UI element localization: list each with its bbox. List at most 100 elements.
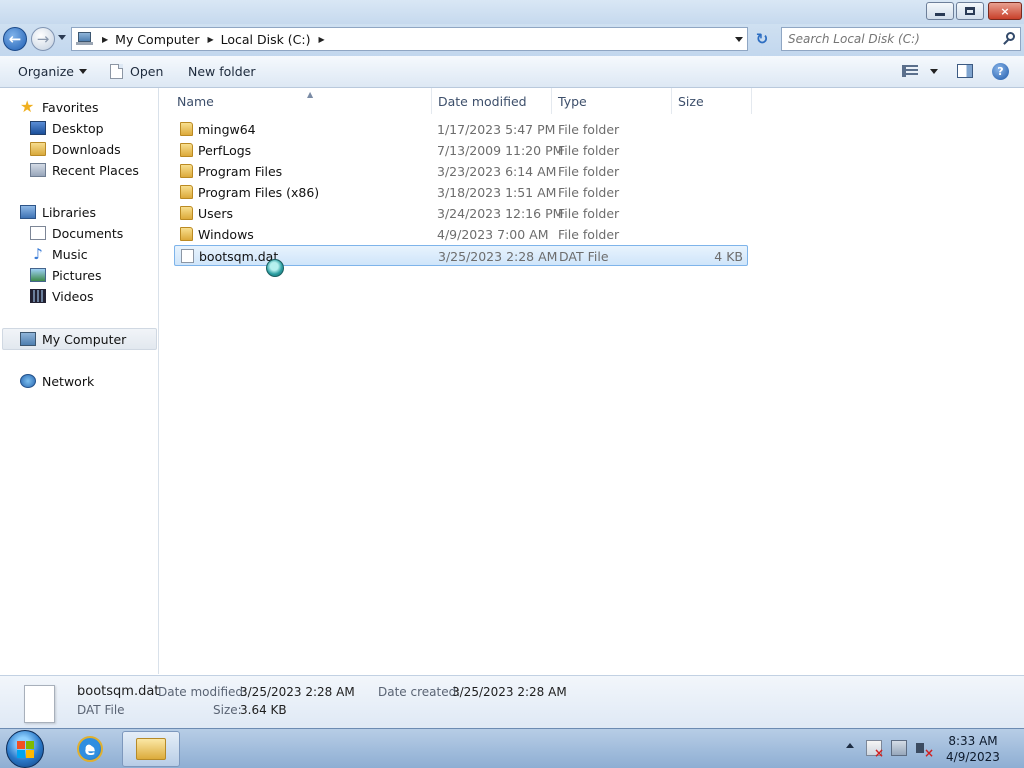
- column-header-size[interactable]: Size: [672, 88, 752, 114]
- file-name: Program Files (x86): [198, 185, 320, 200]
- file-row[interactable]: Program Files (x86) 3/18/2023 1:51 AM Fi…: [174, 182, 748, 202]
- details-date-created-label: Date created:: [378, 685, 461, 699]
- forward-button[interactable]: →: [31, 27, 55, 51]
- file-date-modified: 7/13/2009 11:20 PM: [437, 143, 564, 158]
- help-button[interactable]: ?: [992, 63, 1009, 80]
- close-button[interactable]: ×: [988, 2, 1022, 20]
- back-button[interactable]: ←: [3, 27, 27, 51]
- open-button[interactable]: Open: [110, 64, 163, 79]
- sidebar-item-label: Downloads: [52, 141, 121, 157]
- breadcrumb-separator-icon[interactable]: ▶: [207, 35, 213, 44]
- file-name: Program Files: [198, 164, 283, 179]
- downloads-folder-icon: [30, 142, 46, 156]
- busy-cursor-icon: [266, 259, 284, 277]
- sidebar-item-libraries[interactable]: Libraries: [20, 202, 96, 222]
- sidebar-item-recent-places[interactable]: Recent Places: [30, 160, 139, 180]
- file-size: 4 KB: [714, 249, 743, 264]
- breadcrumb-separator-icon[interactable]: ▶: [102, 35, 108, 44]
- clock[interactable]: 8:33 AM 4/9/2023: [940, 733, 1006, 765]
- breadcrumb-local-disk[interactable]: Local Disk (C:): [221, 32, 311, 47]
- sidebar-item-pictures[interactable]: Pictures: [30, 265, 102, 285]
- change-view-button[interactable]: [902, 65, 938, 77]
- network-status-icon[interactable]: [891, 740, 907, 756]
- command-bar: Organize Open New folder ?: [0, 56, 1024, 88]
- taskbar: e 8:33 AM 4/9/2023: [0, 728, 1024, 768]
- folder-icon: [180, 122, 193, 136]
- file-row[interactable]: Program Files 3/23/2023 6:14 AM File fol…: [174, 161, 748, 181]
- maximize-button[interactable]: [956, 2, 984, 20]
- sidebar-item-label: Recent Places: [52, 162, 139, 178]
- internet-explorer-taskbar-button[interactable]: e: [70, 733, 110, 765]
- file-row[interactable]: mingw64 1/17/2023 5:47 PM File folder: [174, 119, 748, 139]
- recent-places-icon: [30, 163, 46, 177]
- file-row[interactable]: Users 3/24/2023 12:16 PM File folder: [174, 203, 748, 223]
- sidebar-item-label: My Computer: [42, 331, 127, 347]
- file-type: File folder: [558, 164, 620, 179]
- file-name: mingw64: [198, 122, 256, 137]
- breadcrumb-my-computer[interactable]: My Computer: [115, 32, 199, 47]
- sort-ascending-icon: ▲: [307, 90, 314, 99]
- windows-explorer-taskbar-button[interactable]: [122, 731, 180, 767]
- new-folder-button[interactable]: New folder: [188, 64, 256, 79]
- file-date-modified: 3/24/2023 12:16 PM: [437, 206, 564, 221]
- minimize-icon: [935, 12, 945, 16]
- open-label: Open: [130, 64, 164, 79]
- sidebar-item-label: Pictures: [52, 267, 102, 283]
- file-date-modified: 1/17/2023 5:47 PM: [437, 122, 556, 137]
- search-box[interactable]: [781, 27, 1021, 51]
- file-row-selected[interactable]: bootsqm.dat 3/25/2023 2:28 AM DAT File 4…: [174, 245, 748, 266]
- sidebar-item-downloads[interactable]: Downloads: [30, 139, 121, 159]
- file-type: DAT File: [559, 249, 609, 264]
- start-button[interactable]: [6, 730, 44, 768]
- organize-button[interactable]: Organize: [18, 64, 87, 79]
- sidebar-item-network[interactable]: Network: [20, 371, 94, 391]
- file-icon: [110, 64, 123, 79]
- desktop-icon: [30, 121, 46, 135]
- search-input[interactable]: [788, 32, 998, 46]
- large-file-icon: [24, 685, 55, 723]
- column-header-label: Type: [558, 93, 587, 109]
- sidebar-item-desktop[interactable]: Desktop: [30, 118, 104, 138]
- breadcrumb-separator-icon[interactable]: ▶: [319, 35, 325, 44]
- column-header-type[interactable]: Type: [552, 88, 672, 114]
- show-hidden-icons-icon[interactable]: [846, 743, 854, 748]
- file-row[interactable]: Windows 4/9/2023 7:00 AM File folder: [174, 224, 748, 244]
- folder-icon: [180, 143, 193, 157]
- restore-icon: [965, 7, 975, 15]
- column-header-label: Size: [678, 93, 704, 109]
- chevron-down-icon: [930, 68, 938, 74]
- windows-logo-icon: [26, 750, 34, 758]
- file-row[interactable]: PerfLogs 7/13/2009 11:20 PM File folder: [174, 140, 748, 160]
- sidebar-item-music[interactable]: ♪ Music: [30, 244, 88, 264]
- minimize-button[interactable]: [926, 2, 954, 20]
- details-filetype: DAT File: [77, 703, 125, 717]
- sidebar-item-label: Videos: [52, 288, 94, 304]
- column-header-label: Date modified: [438, 93, 527, 109]
- sidebar-item-videos[interactable]: Videos: [30, 286, 94, 306]
- windows-logo-icon: [17, 741, 25, 749]
- volume-muted-icon[interactable]: [916, 740, 934, 760]
- sidebar-item-label: Music: [52, 246, 88, 262]
- videos-icon: [30, 289, 46, 303]
- sidebar-item-favorites[interactable]: ★ Favorites: [20, 97, 98, 117]
- refresh-button[interactable]: ↻: [751, 29, 773, 49]
- details-size-label: Size:: [213, 703, 242, 717]
- file-date-modified: 3/18/2023 1:51 AM: [437, 185, 557, 200]
- sidebar-item-my-computer[interactable]: My Computer: [20, 329, 126, 349]
- sidebar-item-label: Favorites: [42, 99, 99, 115]
- address-dropdown-icon[interactable]: [735, 37, 743, 42]
- sidebar-item-documents[interactable]: Documents: [30, 223, 123, 243]
- clock-time: 8:33 AM: [948, 734, 998, 748]
- search-icon[interactable]: [1003, 32, 1016, 45]
- preview-pane-button[interactable]: [957, 64, 973, 78]
- address-bar[interactable]: ▶ My Computer ▶ Local Disk (C:) ▶: [71, 27, 748, 51]
- column-header-date-modified[interactable]: Date modified: [432, 88, 552, 114]
- action-center-icon[interactable]: [866, 740, 884, 760]
- navigation-pane: ★ Favorites Desktop Downloads Recent Plac…: [0, 88, 159, 674]
- column-header-name[interactable]: Name ▲: [170, 88, 432, 114]
- window-title-bar: ×: [0, 0, 1024, 24]
- libraries-icon: [20, 205, 36, 219]
- file-type: File folder: [558, 185, 620, 200]
- file-name: Windows: [198, 227, 254, 242]
- recent-pages-dropdown-icon[interactable]: [58, 35, 66, 40]
